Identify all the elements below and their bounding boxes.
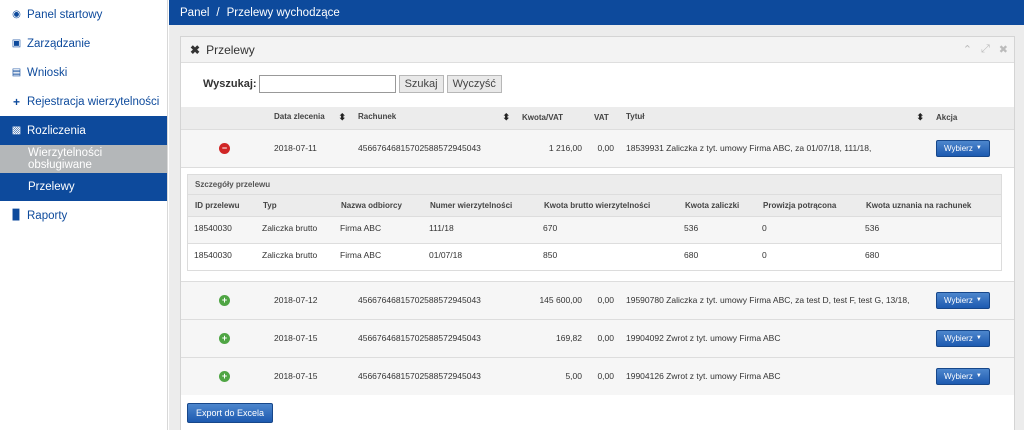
- caret-down-icon: ▼: [975, 145, 982, 151]
- panel-title: Przelewy: [206, 42, 255, 57]
- document-icon: ▤: [11, 67, 22, 78]
- details-row: Szczegóły przelewu ID przelewu Typ Nazwa…: [181, 166, 1014, 281]
- action-button[interactable]: Wybierz ▼: [936, 291, 990, 309]
- action-button[interactable]: Wybierz ▼: [936, 329, 990, 347]
- sidebar-item-label: Wierzytelności obsługiwane: [28, 147, 103, 171]
- header-action: Akcja: [930, 107, 1014, 129]
- header-account[interactable]: Rachunek ⬍: [352, 107, 516, 129]
- transfers-panel: ✖ Przelewy ⌃ ⤢ ✖ Wyszukaj: Szukaj Wyczyś…: [180, 36, 1015, 430]
- collapse-row-icon[interactable]: −: [219, 142, 230, 154]
- breadcrumb: Panel / Przelewy wychodzące: [169, 0, 1024, 25]
- clear-button[interactable]: Wyczyść: [446, 75, 502, 93]
- sidebar: ◉ Panel startowy ▣ Zarządzanie ▤ Wnioski…: [0, 0, 168, 430]
- sort-icon[interactable]: ⬍: [916, 112, 924, 123]
- sidebar-item-rejestracja[interactable]: + Rejestracja wierzytelności: [0, 87, 167, 116]
- table-row: + 2018-07-15 45667646815702588572945043 …: [181, 318, 1014, 357]
- main-content: ✖ Przelewy ⌃ ⤢ ✖ Wyszukaj: Szukaj Wyczyś…: [169, 25, 1024, 430]
- table-row: − 2018-07-11 45667646815702588572945043 …: [181, 128, 1014, 167]
- expand-row-icon[interactable]: +: [219, 370, 230, 382]
- sidebar-subitem-przelewy[interactable]: Przelewy: [0, 173, 167, 201]
- sidebar-item-label: Panel startowy: [27, 8, 103, 21]
- sort-icon[interactable]: ⬍: [338, 112, 346, 123]
- header-title[interactable]: Tytuł ⬍: [620, 107, 930, 129]
- sidebar-item-raporty[interactable]: ▉ Raporty: [0, 201, 167, 230]
- expand-icon[interactable]: ⤢: [981, 43, 990, 56]
- transfer-details: Szczegóły przelewu ID przelewu Typ Nazwa…: [187, 173, 1002, 271]
- sidebar-item-label: Rozliczenia: [27, 124, 86, 137]
- sidebar-item-label: Rejestracja wierzytelności: [27, 95, 160, 108]
- sidebar-item-rozliczenia[interactable]: ▩ Rozliczenia: [0, 116, 167, 145]
- search-label: Wyszukaj:: [203, 78, 257, 90]
- search-bar: Wyszukaj: Szukaj Wyczyść: [203, 75, 502, 93]
- sidebar-item-zarzadzanie[interactable]: ▣ Zarządzanie: [0, 29, 167, 58]
- caret-down-icon: ▼: [975, 297, 982, 303]
- breadcrumb-root[interactable]: Panel: [180, 7, 209, 19]
- caret-down-icon: ▼: [975, 335, 982, 341]
- search-input[interactable]: [258, 75, 396, 93]
- table-row: + 2018-07-15 45667646815702588572945043 …: [181, 356, 1014, 395]
- expand-row-icon[interactable]: +: [219, 332, 230, 344]
- breadcrumb-current: Przelewy wychodzące: [226, 6, 340, 19]
- sidebar-item-label: Zarządzanie: [27, 37, 91, 50]
- sidebar-item-label: Przelewy: [28, 181, 75, 193]
- plus-icon: +: [12, 94, 20, 109]
- caret-down-icon: ▼: [975, 373, 982, 380]
- header-amount: Kwota/VAT: [516, 107, 588, 129]
- panel-tools: ⌃ ⤢ ✖: [963, 43, 1008, 56]
- bar-chart-icon: ▉: [12, 210, 21, 221]
- money-icon: ▩: [11, 125, 22, 136]
- breadcrumb-separator: /: [216, 6, 220, 19]
- export-excel-button[interactable]: Export do Excela: [187, 403, 274, 423]
- action-button[interactable]: Wybierz ▼: [936, 367, 990, 385]
- sidebar-item-wnioski[interactable]: ▤ Wnioski: [0, 58, 167, 87]
- panel-header: ✖ Przelewy: [181, 37, 1014, 63]
- briefcase-icon: ▣: [11, 38, 22, 49]
- sidebar-subitem-wierzytelnosci[interactable]: Wierzytelności obsługiwane: [0, 145, 167, 173]
- header-vat: VAT: [588, 107, 620, 129]
- details-table: ID przelewu Typ Nazwa odbiorcy Numer wie…: [188, 193, 1001, 270]
- dashboard-icon: ◉: [12, 9, 21, 20]
- search-button[interactable]: Szukaj: [398, 75, 444, 93]
- collapse-icon[interactable]: ⌃: [963, 43, 972, 56]
- details-table-row: 18540030 Zaliczka brutto Firma ABC 01/07…: [188, 242, 1001, 270]
- expand-row-icon[interactable]: +: [219, 294, 230, 306]
- transfers-table: Data zlecenia ⬍ Rachunek ⬍ Kwota/VAT VAT T…: [181, 107, 1014, 395]
- action-button[interactable]: Wybierz ▼: [936, 139, 990, 157]
- close-icon[interactable]: ✖: [190, 43, 200, 57]
- details-title: Szczegóły przelewu: [188, 174, 1001, 194]
- details-table-row: 18540030 Zaliczka brutto Firma ABC 111/1…: [188, 215, 1001, 243]
- header-date[interactable]: Data zlecenia ⬍: [268, 107, 352, 129]
- sort-icon[interactable]: ⬍: [502, 112, 510, 123]
- sidebar-item-label: Wnioski: [27, 66, 68, 79]
- sidebar-item-panel-startowy[interactable]: ◉ Panel startowy: [0, 0, 167, 29]
- sidebar-item-label: Raporty: [27, 209, 68, 222]
- close-panel-icon[interactable]: ✖: [999, 43, 1008, 56]
- table-row: + 2018-07-12 45667646815702588572945043 …: [181, 280, 1014, 319]
